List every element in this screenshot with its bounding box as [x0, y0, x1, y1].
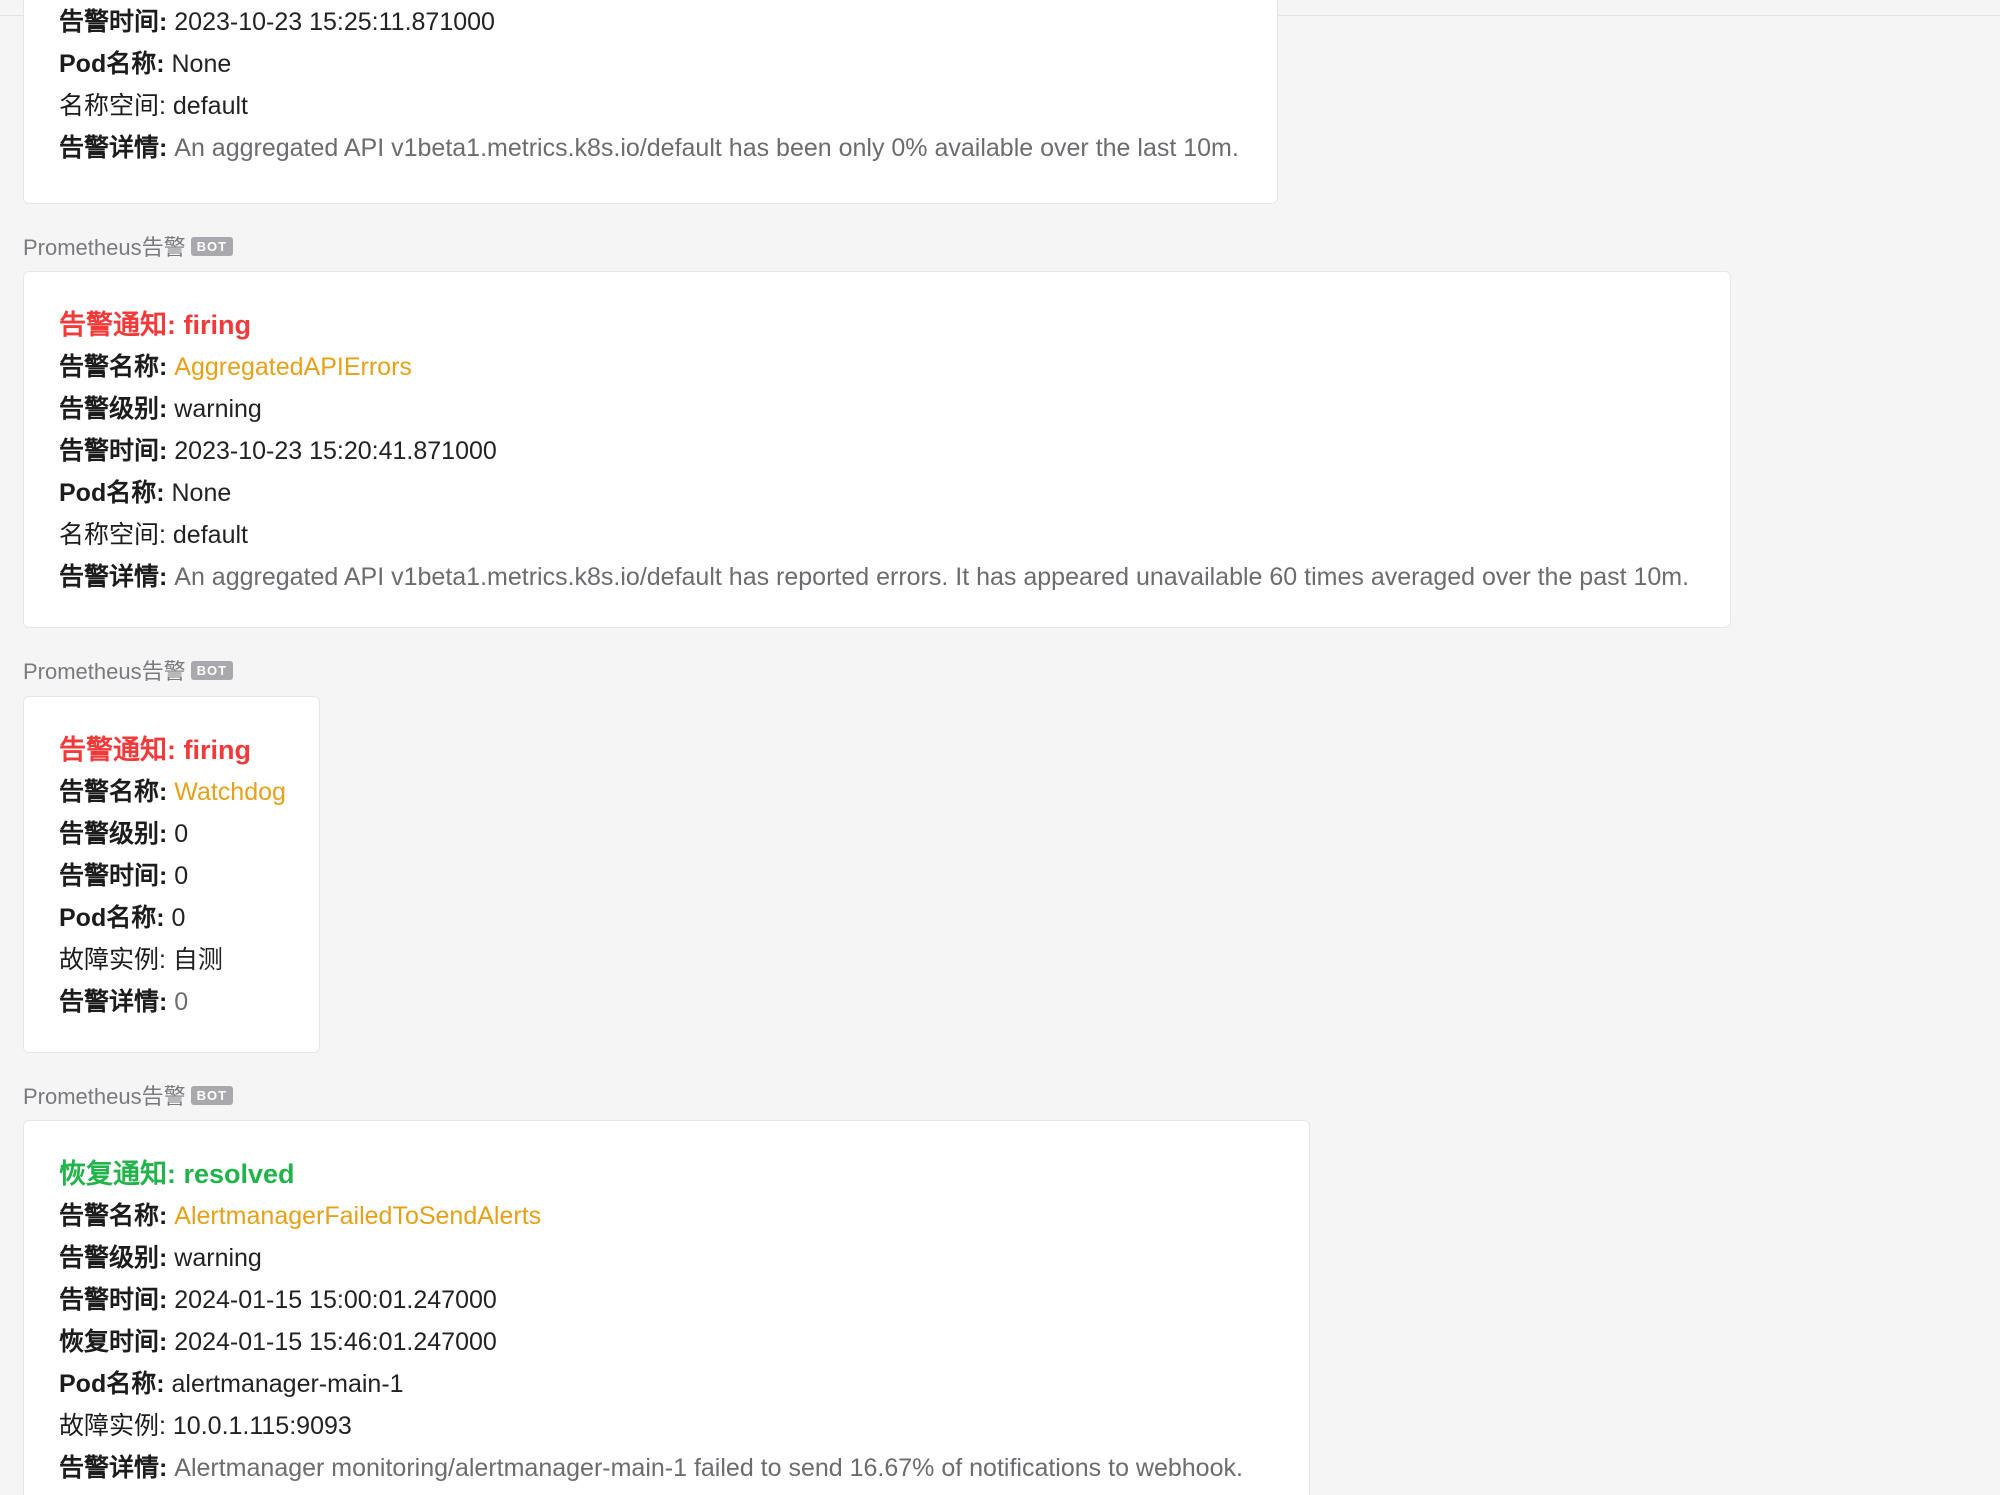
alert-level-row: 告警级别: warning: [59, 1244, 262, 1272]
bot-badge: BOT: [190, 236, 234, 256]
alert-message-card: 恢复通知: resolved 告警名称: AlertmanagerFailedT…: [23, 1120, 1310, 1495]
namespace-row: 名称空间: default: [59, 92, 248, 120]
alert-name-row: 告警名称: AlertmanagerFailedToSendAlerts: [59, 1202, 542, 1230]
alert-level-row: 告警级别: 0: [59, 820, 189, 848]
alert-message-card: 告警通知: firing 告警名称: AggregatedAPIErrors 告…: [23, 271, 1731, 628]
alert-time-row: 告警时间: 2023-10-23 15:25:11.871000: [59, 8, 495, 36]
sender-name[interactable]: Prometheus告警: [23, 230, 186, 262]
bot-badge: BOT: [190, 1085, 234, 1105]
alert-level-row: 告警级别: warning: [59, 395, 262, 423]
alert-message-card: 告警时间: 2023-10-23 15:25:11.871000 Pod名称: …: [23, 0, 1278, 204]
alert-name-row: 告警名称: Watchdog: [59, 778, 286, 806]
sender-label: Prometheus告警 BOT: [23, 654, 234, 686]
alert-detail-row: 告警详情: An aggregated API v1beta1.metrics.…: [59, 134, 1239, 162]
alert-detail-row: 告警详情: An aggregated API v1beta1.metrics.…: [59, 563, 1690, 591]
instance-row: 故障实例: 10.0.1.115:9093: [59, 1412, 352, 1440]
alert-headline: 告警通知: firing: [59, 310, 251, 340]
sender-name[interactable]: Prometheus告警: [23, 654, 186, 686]
alert-message-card: 告警通知: firing 告警名称: Watchdog 告警级别: 0 告警时间…: [23, 696, 320, 1053]
bot-badge: BOT: [190, 660, 234, 680]
alert-headline: 告警通知: firing: [59, 735, 251, 765]
pod-name-row: Pod名称: alertmanager-main-1: [59, 1370, 404, 1398]
sender-label: Prometheus告警 BOT: [23, 1079, 234, 1111]
alert-detail-row: 告警详情: Alertmanager monitoring/alertmanag…: [59, 1454, 1243, 1482]
pod-name-row: Pod名称: 0: [59, 904, 186, 932]
alert-time-row: 告警时间: 2023-10-23 15:20:41.871000: [59, 437, 497, 465]
namespace-row: 名称空间: default: [59, 521, 248, 549]
sender-label: Prometheus告警 BOT: [23, 230, 234, 262]
alert-time-row: 告警时间: 0: [59, 862, 189, 890]
alert-detail-row: 告警详情: 0: [59, 988, 189, 1016]
instance-row: 故障实例: 自测: [59, 946, 223, 974]
alert-headline: 恢复通知: resolved: [59, 1159, 295, 1189]
sender-name[interactable]: Prometheus告警: [23, 1079, 186, 1111]
recover-time-row: 恢复时间: 2024-01-15 15:46:01.247000: [59, 1328, 497, 1356]
pod-name-row: Pod名称: None: [59, 50, 232, 78]
pod-name-row: Pod名称: None: [59, 479, 232, 507]
alert-time-row: 告警时间: 2024-01-15 15:00:01.247000: [59, 1286, 497, 1314]
alert-name-row: 告警名称: AggregatedAPIErrors: [59, 353, 412, 381]
message-feed[interactable]: 告警时间: 2023-10-23 15:25:11.871000 Pod名称: …: [0, 0, 2000, 1495]
